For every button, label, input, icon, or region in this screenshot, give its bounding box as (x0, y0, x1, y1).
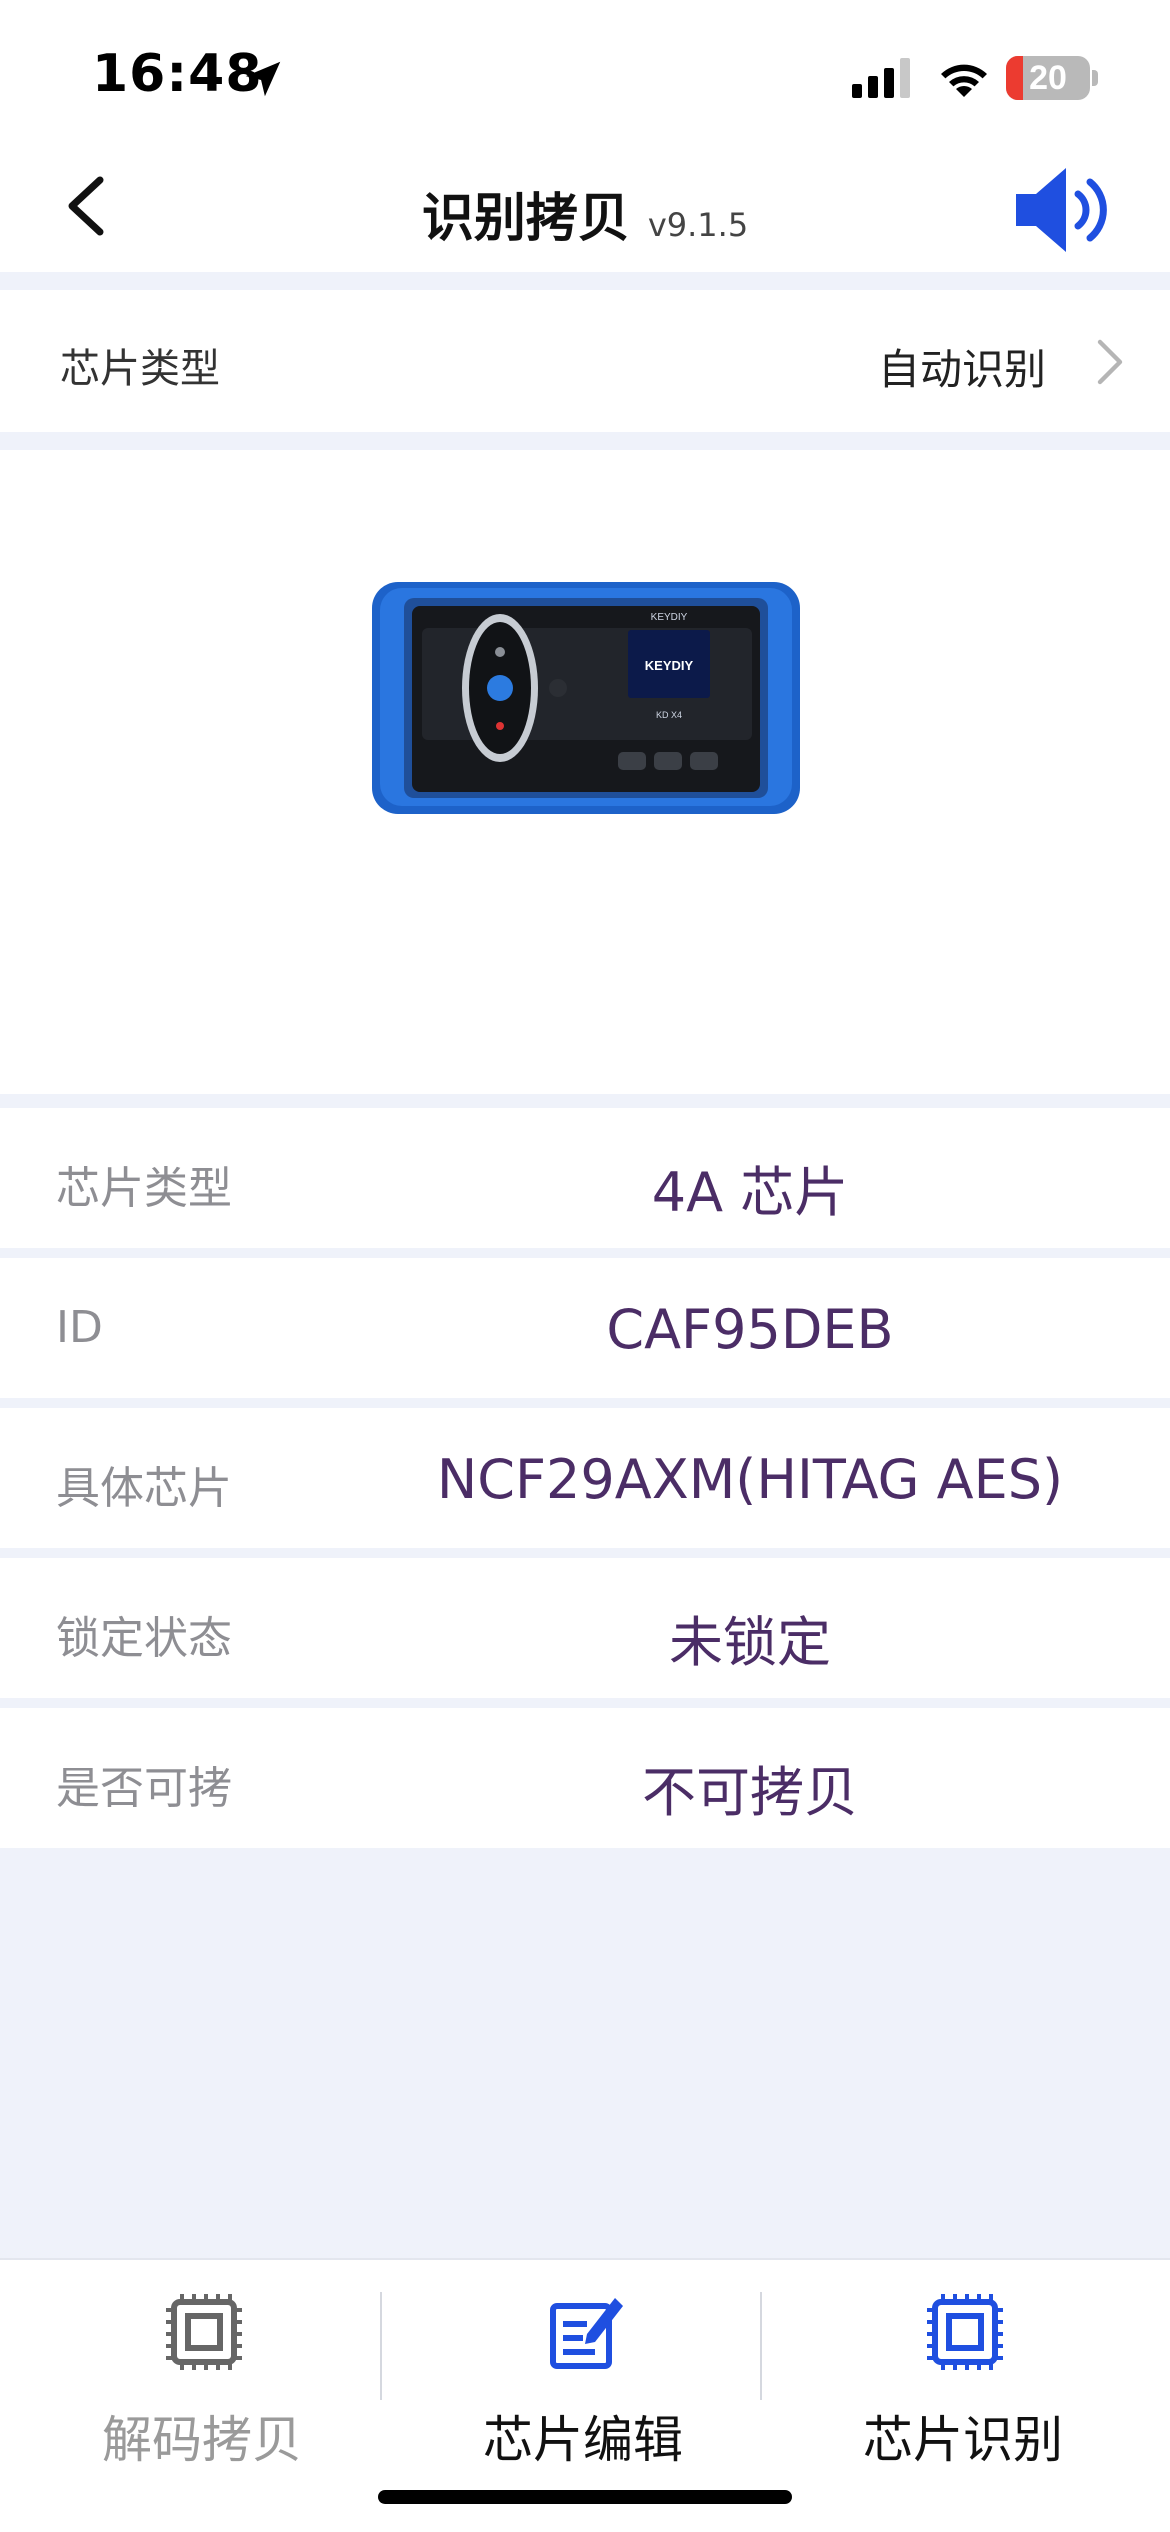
chip-info-list: 芯片类型 4A 芯片 ID CAF95DEB 具体芯片 NCF29AXM(HIT… (0, 1108, 1170, 1858)
battery-cap (1092, 70, 1098, 86)
speaker-volume-icon[interactable] (1010, 162, 1114, 258)
info-value: 4A 芯片 (651, 1161, 849, 1224)
wifi-icon (941, 64, 987, 97)
info-value: NCF29AXM(HITAG AES) (436, 1448, 1064, 1511)
tab-divider (760, 2292, 762, 2400)
device-screen-brand: KEYDIY (645, 658, 694, 673)
key-programmer-device-image: KEYDIY KEYDIY KD X4 (372, 582, 800, 814)
info-row-specific-chip: 具体芯片 NCF29AXM(HITAG AES) (0, 1408, 1170, 1548)
page-title-text: 识别拷贝 (421, 189, 630, 249)
info-row-id: ID CAF95DEB (0, 1258, 1170, 1398)
info-key: ID (56, 1302, 103, 1353)
tab-chip-identify[interactable]: 芯片识别 (773, 2260, 1153, 2490)
device-top-brand: KEYDIY (651, 612, 688, 623)
tab-label: 芯片识别 (863, 2411, 1063, 2469)
info-key: 芯片类型 (56, 1163, 232, 1214)
chip-outline-icon (166, 2294, 242, 2370)
info-key: 锁定状态 (56, 1613, 232, 1664)
home-indicator[interactable] (378, 2490, 792, 2504)
chip-type-label: 芯片类型 (60, 346, 220, 392)
nav-bar: 识别拷贝 v9.1.5 (0, 140, 1170, 272)
page-title: 识别拷贝 v9.1.5 (0, 176, 1170, 251)
info-value: 未锁定 (669, 1611, 831, 1674)
cellular-signal-icon (852, 58, 910, 98)
location-arrow-icon (245, 61, 281, 97)
tab-decode-copy[interactable]: 解码拷贝 (12, 2260, 392, 2490)
info-value: CAF95DEB (606, 1298, 894, 1361)
battery-icon: 20 (1006, 56, 1090, 100)
info-row-chip-type: 芯片类型 4A 芯片 (0, 1108, 1170, 1248)
status-bar: 16:48 20 (0, 0, 1170, 140)
device-model: KD X4 (656, 710, 682, 720)
info-value: 不可拷贝 (642, 1761, 858, 1824)
chip-type-value: 自动识别 (877, 345, 1046, 394)
chip-scan-icon (927, 2294, 1003, 2370)
status-time: 16:48 (92, 44, 263, 104)
tab-divider (380, 2292, 382, 2400)
chip-type-selector[interactable]: 芯片类型 自动识别 (0, 290, 1170, 432)
tab-label: 芯片编辑 (483, 2411, 683, 2469)
info-row-lock-status: 锁定状态 未锁定 (0, 1558, 1170, 1698)
tab-chip-edit[interactable]: 芯片编辑 (393, 2260, 773, 2490)
battery-level: 20 (1029, 58, 1067, 97)
info-key: 是否可拷 (56, 1763, 232, 1814)
info-key: 具体芯片 (56, 1463, 232, 1514)
edit-note-icon (550, 2298, 623, 2369)
chevron-right-icon (1097, 339, 1123, 385)
device-image-panel: KEYDIY KEYDIY KD X4 (0, 450, 1170, 1094)
tab-label: 解码拷贝 (102, 2411, 302, 2469)
info-row-copyable: 是否可拷 不可拷贝 (0, 1708, 1170, 1848)
app-version: v9.1.5 (647, 206, 749, 244)
